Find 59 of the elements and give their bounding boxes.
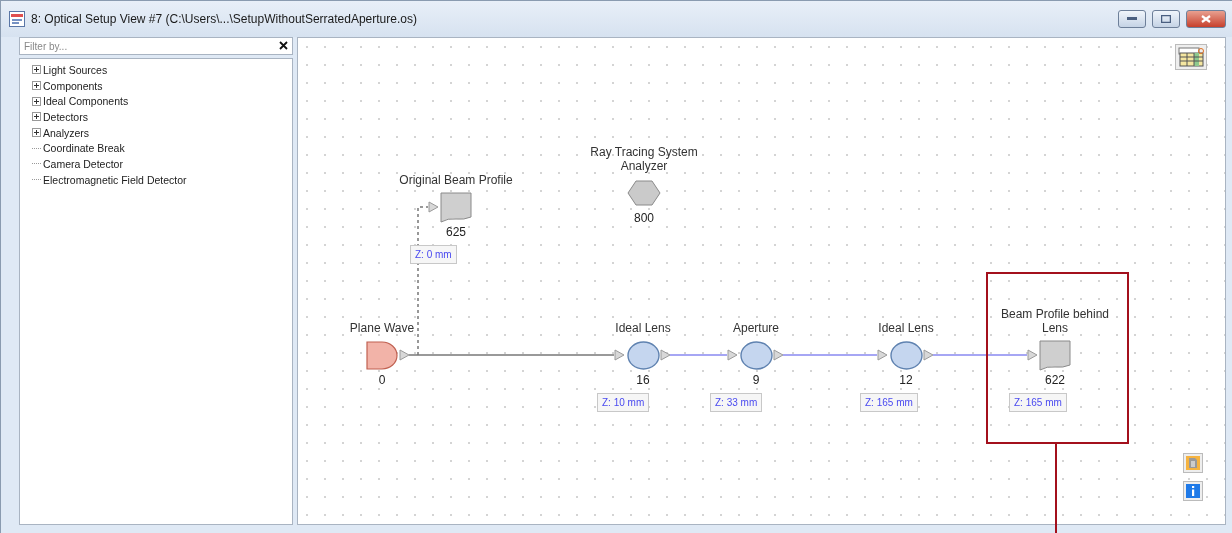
lens-icon[interactable] (740, 341, 773, 370)
window-title: 8: Optical Setup View #7 (C:\Users\...\SetupWithoutSerratedAperture.os) (31, 12, 418, 26)
position-tag: Z: 33 mm (710, 393, 763, 412)
tree-item[interactable]: Ideal Components (43, 95, 129, 108)
node-number: 800 (633, 211, 655, 225)
expand-icon[interactable] (32, 81, 41, 91)
tree-item[interactable]: Electromagnetic Field Detector (43, 173, 187, 186)
minimize-button[interactable] (1118, 10, 1146, 28)
close-icon (1201, 15, 1211, 23)
node-label: Plane Wave (348, 321, 416, 335)
tree-item[interactable]: Coordinate Break (43, 142, 125, 155)
node-number: 16 (635, 373, 651, 387)
port-icon[interactable] (727, 349, 738, 361)
detector-icon[interactable] (440, 192, 472, 223)
node-label: Beam Profile behind Lens (999, 307, 1111, 335)
port-icon[interactable] (614, 349, 625, 361)
lens-icon[interactable] (627, 341, 660, 370)
node-label: Ray Tracing System Analyzer (589, 145, 699, 173)
expand-icon[interactable] (32, 128, 41, 138)
connector-line (669, 354, 728, 356)
position-tag: Z: 165 mm (860, 393, 918, 412)
node-label: Aperture (732, 321, 780, 335)
node-label: Ideal Lens (614, 321, 672, 335)
table-icon (1178, 47, 1204, 67)
tree-item[interactable]: Camera Detector (43, 157, 123, 170)
position-tag: Z: 0 mm (410, 245, 457, 264)
tree-item[interactable]: Light Sources (43, 63, 108, 76)
info-icon (1186, 484, 1200, 498)
plane-wave-icon[interactable] (366, 341, 399, 370)
node-number: 625 (445, 225, 467, 239)
node-number: 9 (751, 373, 761, 387)
tree-item[interactable]: Detectors (43, 110, 88, 123)
filter-field[interactable]: Filter by... (19, 37, 293, 55)
node-label: Ideal Lens (877, 321, 935, 335)
maximize-icon (1161, 15, 1171, 23)
node-number: 0 (377, 373, 387, 387)
detector-icon[interactable] (1039, 340, 1071, 371)
expand-icon[interactable] (32, 65, 41, 75)
port-icon[interactable] (877, 349, 888, 361)
node-number: 622 (1044, 373, 1066, 387)
tree-item[interactable]: Components (43, 79, 103, 92)
close-button[interactable] (1186, 10, 1226, 28)
window-icon (9, 11, 25, 27)
document-icon (1186, 456, 1200, 470)
info-button[interactable] (1183, 481, 1203, 501)
lens-icon[interactable] (890, 341, 923, 370)
expand-icon[interactable] (32, 112, 41, 122)
expand-icon[interactable] (32, 96, 41, 106)
maximize-button[interactable] (1152, 10, 1180, 28)
position-tag: Z: 165 mm (1009, 393, 1067, 412)
hexagon-icon[interactable] (627, 180, 661, 206)
position-tag: Z: 10 mm (597, 393, 650, 412)
node-label: Original Beam Profile (398, 173, 514, 187)
clear-icon[interactable] (279, 41, 288, 50)
minimize-icon (1127, 17, 1137, 21)
node-number: 12 (898, 373, 914, 387)
table-view-button[interactable] (1175, 44, 1207, 70)
notes-button[interactable] (1183, 453, 1203, 473)
tree-item[interactable]: Analyzers (43, 126, 90, 139)
